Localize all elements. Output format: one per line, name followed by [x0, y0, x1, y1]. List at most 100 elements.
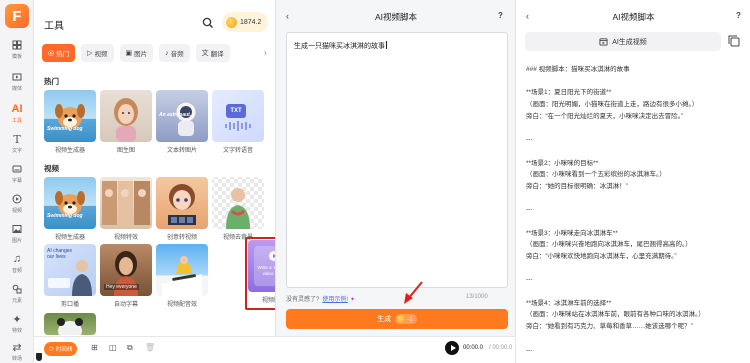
rail-item-text[interactable]: T 文字 [0, 132, 34, 162]
effect-icon: ✦ [12, 313, 22, 326]
tool-card-auto-subtitle[interactable]: Hey everyone 自动字幕 [100, 244, 152, 308]
script-blank-line [526, 286, 744, 298]
script-line: （画面：阳光明媚，小猫咪在街道上走，路边有很多小摊。） [526, 101, 699, 109]
card-thumbnail: Swimming dog [44, 177, 96, 229]
rail-item-effect[interactable]: ✦ 特效 [0, 312, 34, 342]
rail-item-element[interactable]: 元素 [0, 282, 34, 312]
add-icon[interactable]: ⊞ [91, 343, 98, 352]
app-logo: F [5, 4, 29, 28]
script-line: 旁白：“她的目标很明确：冰淇淋！” [526, 182, 628, 190]
tool-card-image-to-image[interactable]: 图生图 [100, 90, 152, 154]
delete-icon[interactable]: 🗑 [145, 343, 155, 352]
script-line: --- [526, 346, 533, 354]
rail-item-image[interactable]: 图片 [0, 222, 34, 252]
rail-item-media[interactable]: 媒体 [0, 70, 34, 100]
timeline-toggle[interactable]: ◷ 时间线 [44, 342, 78, 356]
media-icon [10, 70, 24, 84]
tab-video[interactable]: ▷ 视频 [81, 44, 114, 62]
tool-card-video-generator[interactable]: Swimming dog 视频生成器 [44, 90, 96, 154]
tool-card-text-to-speech[interactable]: TXT 文字转语音 [212, 90, 264, 154]
rail-item-tools[interactable]: AI 工具 [0, 102, 34, 132]
script-blank-line [526, 193, 744, 205]
tab-hot[interactable]: ◎ 热门 [42, 44, 76, 62]
timeline-icon: ◷ [49, 346, 54, 352]
people-collage [102, 181, 150, 225]
script-line: --- [526, 276, 533, 284]
card-label: 视频配音效 [166, 302, 197, 308]
girl-portrait [114, 98, 138, 142]
tab-label: 音频 [170, 51, 184, 58]
script-line: ### 视频脚本：猫咪买冰淇淋的故事 [526, 66, 630, 73]
rail-item-video[interactable]: 视频 [0, 192, 34, 222]
card-label: 图生图 [116, 148, 135, 154]
script-result-panel: ‹ AI视频脚本 ? AI生成视频 ### 视频脚本：猫咪买冰淇淋的故事 **场景… [515, 0, 750, 363]
tool-card-clip-talk[interactable]: AI changes our lives 剪口播 [44, 244, 96, 308]
video-icon [10, 192, 24, 206]
play-button[interactable] [445, 341, 459, 355]
script-blank-line [526, 76, 744, 88]
split-icon[interactable]: ◫ [109, 343, 117, 352]
tool-card-more[interactable] [44, 313, 96, 335]
coin-balance-badge[interactable]: 1874.2 [222, 12, 268, 32]
coin-balance: 1874.2 [240, 18, 262, 26]
script-line: 旁白：“小咪咪欢快地跑向冰淇淋车，心里充满期待。” [526, 253, 677, 260]
card-thumbnail: An astronaut... [156, 90, 208, 142]
rail-label: 图片 [11, 238, 22, 244]
chevron-right-icon[interactable]: › [264, 48, 267, 57]
tab-image[interactable]: ▣ 图片 [119, 44, 154, 62]
timeline-label: 时间线 [55, 347, 73, 353]
card-thumbnail: Hey everyone [100, 244, 152, 296]
tool-card-idea-to-video[interactable]: 创意转视频 [156, 177, 208, 241]
tab-label: 翻译 [210, 51, 224, 58]
script-line: --- [526, 136, 533, 144]
generate-button[interactable]: 生成 -1 [286, 309, 508, 329]
tab-label: 视频 [94, 51, 108, 58]
tools-panel: 工具 1874.2 ◎ 热门 ▷ 视频 ▣ 图片 ♪ 音频 文翻译 › 热门 S… [34, 0, 302, 363]
generate-label: 生成 [377, 316, 392, 323]
ai-generate-video-button[interactable]: AI生成视频 [525, 32, 721, 51]
waveform-icon [225, 121, 251, 131]
tool-card-video-effects[interactable]: 视频特效 [100, 177, 152, 241]
use-example-link[interactable]: 使用示例! [322, 297, 348, 303]
translate-icon: 文 [201, 50, 209, 57]
hint-text: 没有灵感了? [286, 297, 320, 303]
dog-illustration [55, 104, 85, 129]
help-icon[interactable]: ? [498, 11, 503, 20]
timeline-bar: ◷ 时间线 ⊞ ◫ ⧉ 🗑 00:00.0 / 00:00.0 [34, 336, 515, 363]
script-blank-line [526, 333, 744, 345]
subtitle-icon [10, 162, 24, 176]
tool-card-video-sfx[interactable]: 视频配音效 [156, 244, 208, 308]
tool-card-text-to-image[interactable]: An astronaut... 文本转图片 [156, 90, 208, 154]
rail-item-audio[interactable]: ♫ 音频 [0, 252, 34, 282]
rail-item-transition[interactable]: ⇄ 转场 [0, 340, 34, 363]
card-thumbnail: Swimming dog [44, 90, 96, 142]
text-icon: T [13, 132, 21, 146]
tool-card-video-generator-2[interactable]: Swimming dog 视频生成器 [44, 177, 96, 241]
rail-label: 元素 [11, 298, 22, 304]
rail-item-template[interactable]: 模板 [0, 38, 34, 68]
rail-label: 字幕 [11, 178, 22, 184]
card-thumbnail [100, 177, 152, 229]
card-thumbnail [156, 244, 208, 296]
tab-translate[interactable]: 文翻译 [195, 44, 230, 62]
search-icon[interactable] [202, 16, 214, 28]
category-tabs: ◎ 热门 ▷ 视频 ▣ 图片 ♪ 音频 文翻译 [42, 44, 230, 62]
cartoon-girl [168, 184, 196, 225]
duplicate-icon[interactable]: ⧉ [127, 343, 133, 353]
help-icon[interactable]: ? [736, 11, 741, 20]
card-caption: Swimming dog [47, 213, 83, 219]
prompt-textarea[interactable]: 生成一只猫咪买冰淇淋的故事 [286, 32, 508, 288]
prompt-text: 生成一只猫咪买冰淇淋的故事 [294, 43, 385, 50]
tool-card-video-bg-remove[interactable]: 视频去背景 [212, 177, 264, 241]
card-label: 视频特效 [113, 235, 138, 241]
playhead-marker[interactable] [36, 353, 42, 361]
card-thumbnail [156, 177, 208, 229]
inspiration-hint: 没有灵感了? 使用示例! ✦ [286, 294, 355, 303]
person-cutout [226, 188, 250, 229]
rail-label: 特效 [11, 328, 22, 334]
card-caption: Hey everyone [104, 284, 139, 290]
tab-audio[interactable]: ♪ 音频 [159, 44, 190, 62]
copy-icon[interactable] [727, 34, 741, 48]
script-line: （画面：小咪咪站在冰淇淋车前，眼前有各种口味的冰淇淋。） [526, 311, 705, 319]
rail-item-subtitle[interactable]: 字幕 [0, 162, 34, 192]
